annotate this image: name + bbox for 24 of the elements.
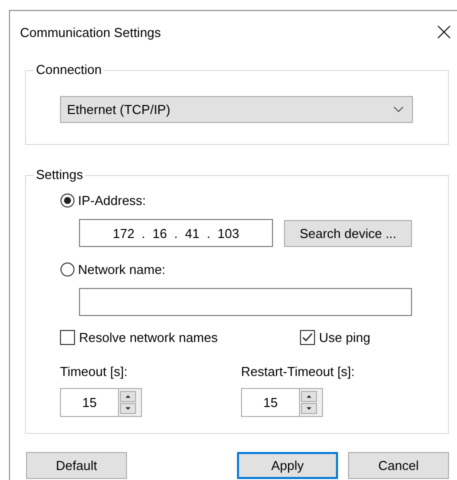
radio-button[interactable] [60, 262, 75, 276]
number-spinner[interactable]: 15 [241, 388, 323, 417]
checkbox[interactable] [300, 330, 315, 345]
ip-address-field[interactable]: 172 . 16 . 41 . 103 [79, 219, 273, 247]
group-label: Settings [34, 167, 85, 182]
checkbox[interactable] [60, 330, 75, 345]
chevron-down-icon [393, 106, 404, 113]
radio-label: Network name: [78, 262, 166, 276]
default-button[interactable]: Default [26, 452, 127, 479]
spinner-label: Timeout [s]: [60, 364, 128, 379]
radio-button[interactable] [60, 192, 75, 208]
radio-label: IP-Address: [78, 192, 146, 208]
spinner-label: Restart-Timeout [s]: [241, 364, 356, 379]
checkbox-label: Resolve network names [79, 330, 218, 345]
group-label: Connection [34, 62, 104, 77]
apply-button[interactable]: Apply [237, 452, 338, 479]
number-spinner[interactable]: 15 [60, 388, 142, 417]
checkbox-label: Use ping [319, 330, 370, 345]
network-name-field[interactable] [79, 288, 412, 316]
close-icon[interactable] [437, 25, 451, 39]
search-device-button[interactable]: Search device ... [284, 220, 412, 247]
cancel-button[interactable]: Cancel [348, 452, 449, 479]
window-title: Communication Settings [20, 24, 161, 40]
connection-dropdown[interactable]: Ethernet (TCP/IP) [60, 96, 413, 123]
